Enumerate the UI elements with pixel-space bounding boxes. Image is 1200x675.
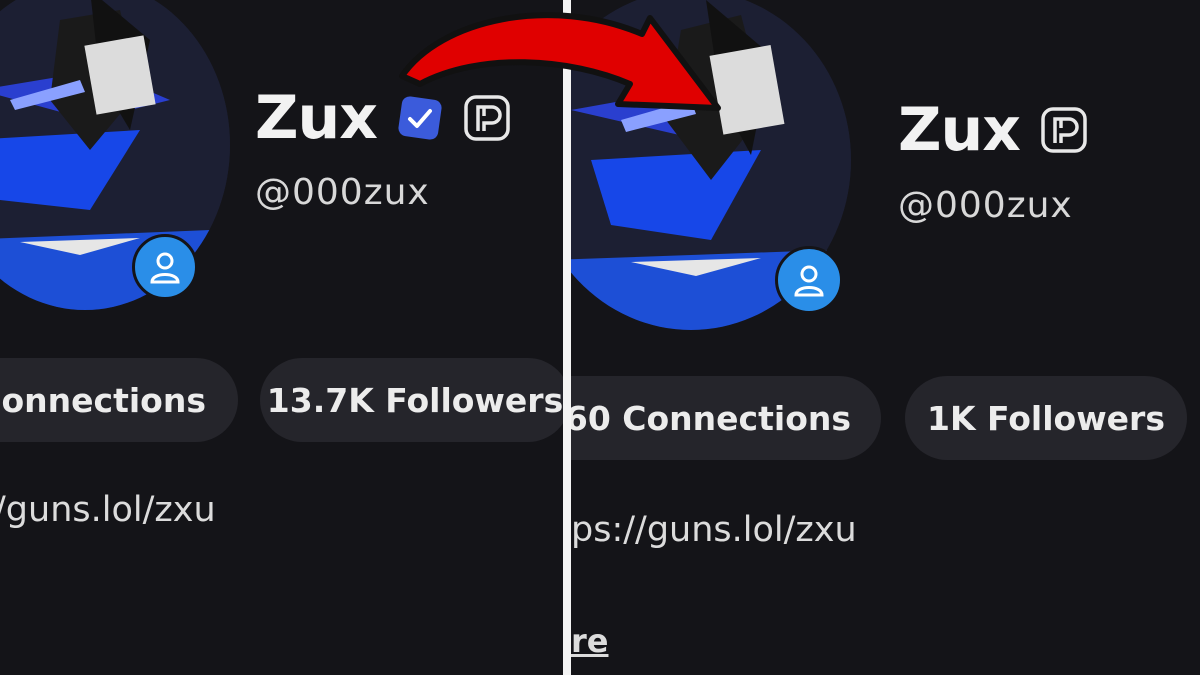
name-row: Zux	[898, 100, 1088, 160]
read-more-link[interactable]: re	[571, 622, 608, 660]
profile-link[interactable]: /guns.lol/zxu	[0, 490, 216, 530]
display-name: Zux	[898, 95, 1021, 165]
connections-button[interactable]: 60 Connections	[571, 376, 881, 460]
p-logo-icon[interactable]	[1040, 106, 1088, 154]
display-name: Zux	[255, 83, 378, 153]
connections-button[interactable]: Connections	[0, 358, 238, 442]
connections-label: Connections	[0, 380, 206, 420]
followers-button[interactable]: 1K Followers	[905, 376, 1187, 460]
username: @000zux	[898, 185, 1073, 226]
username: @000zux	[255, 172, 430, 213]
status-badge[interactable]	[775, 246, 843, 314]
connections-label: 60 Connections	[571, 398, 851, 438]
status-badge[interactable]	[132, 234, 198, 300]
user-icon	[794, 265, 824, 297]
followers-label: 1K Followers	[927, 398, 1165, 438]
curved-arrow-icon	[399, 12, 721, 111]
followers-button[interactable]: 13.7K Followers	[260, 358, 563, 442]
profile-link[interactable]: ps://guns.lol/zxu	[571, 510, 857, 550]
followers-label: 13.7K Followers	[266, 380, 563, 420]
user-icon	[150, 252, 180, 284]
